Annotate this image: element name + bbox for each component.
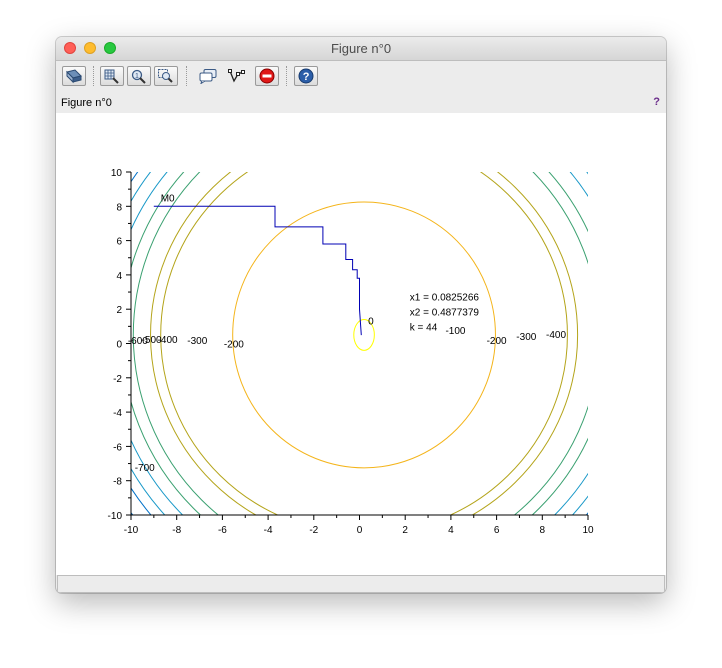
- result-line: x1 = 0.0825266: [410, 293, 480, 304]
- rotate-icon: [66, 69, 82, 84]
- x-tick-label: 0: [357, 525, 363, 536]
- x-tick-label: -4: [264, 525, 273, 536]
- y-tick-label: 6: [116, 237, 122, 248]
- speech-bubble-icon: [199, 69, 217, 84]
- stop-button[interactable]: [255, 66, 279, 86]
- plot-canvas[interactable]: -10 -8 -6 -4 -2 0 2 4 6 8 10 -10 -8 -6 -4 -2 0 2 4 6 8 10 0 -1…: [56, 113, 666, 575]
- contour-label: -400: [546, 330, 566, 341]
- y-tick-label: -2: [113, 374, 122, 385]
- toolbar-separator: [186, 66, 187, 86]
- figure-window: Figure n°0 1 ? Figure n°0 ? -10 -8 -6 -4…: [56, 37, 666, 593]
- zoom-in-icon: 1: [131, 69, 146, 84]
- y-tick-label: -10: [108, 511, 123, 522]
- zoom-in-button[interactable]: 1: [127, 66, 151, 86]
- figure-toolbar: 1 ?: [56, 61, 666, 91]
- descent-path: M0: [153, 194, 362, 336]
- x-tick-label: -8: [172, 525, 181, 536]
- contour-line: [160, 172, 568, 515]
- svg-text:?: ?: [303, 71, 310, 83]
- x-tick-label: 2: [402, 525, 408, 536]
- rotate-tool-button[interactable]: [62, 66, 86, 86]
- stop-icon: [259, 68, 275, 84]
- contour-label: -300: [187, 336, 207, 347]
- y-tick-label: -4: [113, 408, 122, 419]
- toolbar-separator: [93, 66, 94, 86]
- title-bar: Figure n°0: [56, 37, 666, 61]
- y-tick-label: 8: [116, 202, 122, 213]
- datatip-icon: [228, 69, 245, 83]
- axes: -10 -8 -6 -4 -2 0 2 4 6 8 10 -10 -8 -6 -4 -2 0 2 4 6 8 10: [108, 168, 594, 536]
- x-tick-label: 6: [494, 525, 500, 536]
- x-tick-label: -10: [124, 525, 139, 536]
- figure-label: Figure n°0: [61, 97, 112, 109]
- zoom-area-button[interactable]: [154, 66, 178, 86]
- help-button[interactable]: ?: [294, 66, 318, 86]
- y-tick-label: -8: [113, 477, 122, 488]
- figure-help-icon[interactable]: ?: [653, 96, 660, 108]
- contour-label: 0: [368, 316, 374, 327]
- x-tick-label: 8: [540, 525, 546, 536]
- zoom-grid-icon: [104, 69, 119, 84]
- datatip-edit-button[interactable]: [225, 66, 249, 86]
- y-tick-label: 4: [116, 271, 122, 282]
- contour-labels: 0-100-200 -200-300 -300-400 -400-500-600-70…: [128, 316, 567, 474]
- status-bar: [57, 575, 665, 593]
- contour-label: -200: [224, 340, 244, 351]
- svg-text:1: 1: [135, 73, 139, 80]
- x-tick-label: -6: [218, 525, 227, 536]
- question-icon: ?: [298, 68, 314, 84]
- x-tick-label: 4: [448, 525, 454, 536]
- result-line: x2 = 0.4877379: [410, 308, 480, 319]
- y-tick-label: 0: [116, 340, 122, 351]
- window-title: Figure n°0: [330, 41, 392, 56]
- contour-label: -100: [445, 326, 465, 337]
- zoom-area-icon: [158, 69, 173, 83]
- y-tick-label: 2: [116, 305, 122, 316]
- x-tick-label: 10: [582, 525, 594, 536]
- contour-plot[interactable]: -10 -8 -6 -4 -2 0 2 4 6 8 10-10-8-6-4-20246810 0-1…: [56, 113, 666, 575]
- y-tick-label: -6: [113, 442, 122, 453]
- start-point-label: M0: [161, 194, 175, 205]
- datatip-button[interactable]: [196, 66, 220, 86]
- result-line: k = 44: [410, 323, 438, 334]
- x-tick-label: -2: [309, 525, 318, 536]
- contour-label: -300: [516, 332, 536, 343]
- toolbar-separator: [286, 66, 287, 86]
- contour-label: -700: [135, 463, 155, 474]
- zoom-grid-button[interactable]: [100, 66, 124, 86]
- descent-path-line: [153, 205, 362, 336]
- y-tick-label: 10: [111, 168, 123, 179]
- contour-line: [150, 172, 579, 515]
- figure-header: Figure n°0 ?: [56, 93, 666, 113]
- contour-label: -600: [128, 336, 148, 347]
- contour-label: -200: [487, 336, 507, 347]
